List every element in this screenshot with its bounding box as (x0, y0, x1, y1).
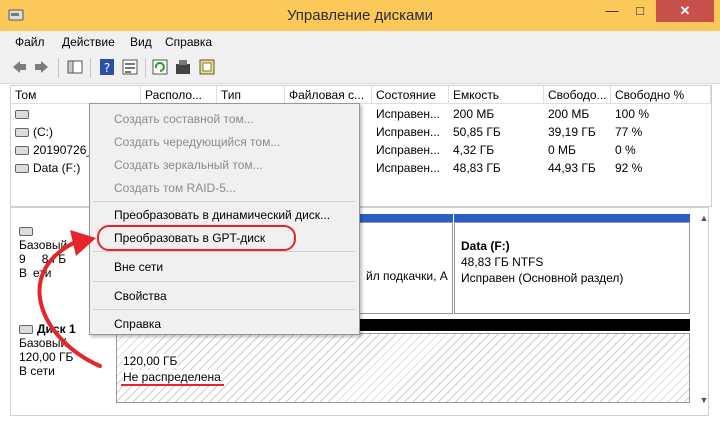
forward-icon[interactable] (33, 58, 51, 76)
menu-bar: Файл Действие Вид Справка (0, 31, 720, 53)
volume-capacity: 200 МБ (453, 107, 495, 121)
volume-free: 44,93 ГБ (548, 161, 596, 175)
highlight-ellipse (97, 225, 296, 251)
disk1-size: 120,00 ГБ (19, 350, 74, 364)
menu-properties[interactable]: Свойства (114, 289, 167, 303)
partition-status-fragment: йл подкачки, А (366, 269, 448, 283)
disk1-label[interactable]: Диск 1 Базовый 120,00 ГБ В сети (19, 322, 76, 378)
volume-free-percent: 100 % (615, 107, 650, 121)
svg-text:?: ? (104, 61, 110, 75)
col-volume[interactable]: Том (11, 86, 141, 104)
data-partition-name: Data (F:) (461, 239, 510, 253)
highlight-underline (121, 384, 224, 386)
unallocated-label: Не распределена (123, 370, 221, 384)
partition-header (359, 214, 453, 222)
menu-separator (93, 251, 355, 252)
volume-icon (15, 110, 29, 120)
toolbar-separator (145, 58, 146, 78)
disk0-label[interactable]: Базовый 9 8 ГБ Вети (19, 224, 67, 280)
toolbar: ? (0, 53, 720, 84)
settings-icon[interactable] (174, 58, 192, 76)
help-icon[interactable]: ? (98, 58, 116, 76)
disk1-name: Диск 1 (37, 322, 76, 336)
maximize-button[interactable]: □ (626, 0, 654, 22)
table-row[interactable]: (C:) (11, 123, 91, 141)
col-capacity[interactable]: Емкость (449, 86, 544, 104)
menu-help-item[interactable]: Справка (114, 317, 161, 331)
volume-free: 39,19 ГБ (548, 125, 596, 139)
menu-separator (93, 281, 355, 282)
volume-name: 20190726_2 (33, 143, 91, 157)
data-partition-size: 48,83 ГБ NTFS (461, 255, 544, 269)
menu-separator (93, 309, 355, 310)
col-free-percent[interactable]: Свободно % (611, 86, 711, 104)
scroll-down-arrow[interactable]: ▼ (697, 395, 711, 409)
col-filesystem[interactable]: Файловая с... (285, 86, 372, 104)
menu-view[interactable]: Вид (130, 35, 152, 49)
data-partition-status: Исправен (Основной раздел) (461, 271, 624, 285)
disk-icon (19, 325, 33, 335)
volume-capacity: 48,83 ГБ (453, 161, 501, 175)
volume-name: (C:) (33, 125, 53, 139)
volume-free-percent: 0 % (615, 143, 636, 157)
volume-free: 200 МБ (548, 107, 590, 121)
disk0-online-partial: В (19, 266, 28, 280)
menu-create-mirrored: Создать зеркальный том... (114, 158, 263, 172)
unallocated-partition[interactable]: 120,00 ГБ Не распределена (116, 333, 690, 403)
volume-icon (15, 164, 29, 174)
menu-offline[interactable]: Вне сети (114, 260, 163, 274)
title-bar: Управление дисками — □ ✕ (0, 0, 720, 31)
menu-create-raid5: Создать том RAID-5... (114, 181, 236, 195)
console-tree-icon[interactable] (66, 58, 84, 76)
disk1-header (359, 319, 690, 331)
volume-icon (15, 128, 29, 138)
export-icon[interactable] (198, 58, 216, 76)
disk1-type: Базовый (19, 336, 68, 350)
menu-help[interactable]: Справка (165, 35, 212, 49)
volume-free: 0 МБ (548, 143, 576, 157)
volume-free-percent: 92 % (615, 161, 643, 175)
volume-name: Data (F:) (33, 161, 81, 175)
system-partition[interactable]: йл подкачки, А (359, 222, 453, 314)
data-partition[interactable]: Data (F:) 48,83 ГБ NTFS Исправен (Основн… (454, 222, 690, 314)
back-icon[interactable] (10, 58, 28, 76)
col-free-space[interactable]: Свободо... (544, 86, 611, 104)
volume-status: Исправен... (376, 107, 441, 121)
col-status[interactable]: Состояние (372, 86, 449, 104)
volume-status: Исправен... (376, 143, 441, 157)
disk-icon (19, 227, 33, 237)
disk0-size-rest: 8 ГБ (41, 252, 67, 266)
volume-status: Исправен... (376, 161, 441, 175)
toolbar-separator (58, 58, 59, 78)
volume-capacity: 4,32 ГБ (453, 143, 495, 157)
context-menu: Создать составной том... Создать чередую… (89, 103, 360, 335)
menu-file[interactable]: Файл (15, 35, 45, 49)
scroll-up-arrow[interactable]: ▲ (697, 213, 711, 227)
disk0-size-partial: 9 (19, 252, 26, 266)
menu-create-striped: Создать чередующийся том... (114, 135, 281, 149)
volume-status: Исправен... (376, 125, 441, 139)
minimize-button[interactable]: — (598, 0, 626, 22)
cd-volume-icon (15, 146, 29, 156)
col-layout[interactable]: Располо... (141, 86, 217, 104)
unallocated-size: 120,00 ГБ (123, 354, 178, 368)
disk0-type: Базовый (19, 238, 68, 252)
disk0-online-rest: ети (33, 266, 52, 280)
volume-capacity: 50,85 ГБ (453, 125, 501, 139)
refresh-icon[interactable] (151, 58, 169, 76)
disk1-online: В сети (19, 364, 55, 378)
menu-separator (93, 201, 355, 202)
close-button[interactable]: ✕ (656, 0, 714, 22)
menu-action[interactable]: Действие (62, 35, 115, 49)
col-type[interactable]: Тип (217, 86, 285, 104)
menu-create-spanned: Создать составной том... (114, 112, 254, 126)
toolbar-separator (90, 58, 91, 78)
volume-free-percent: 77 % (615, 125, 643, 139)
table-row[interactable]: Data (F:) (11, 159, 91, 177)
menu-convert-dynamic[interactable]: Преобразовать в динамический диск... (114, 208, 330, 222)
partition-header (454, 214, 690, 222)
properties-icon[interactable] (121, 58, 139, 76)
table-row[interactable] (11, 105, 91, 123)
table-row[interactable]: 20190726_2 (11, 141, 91, 159)
